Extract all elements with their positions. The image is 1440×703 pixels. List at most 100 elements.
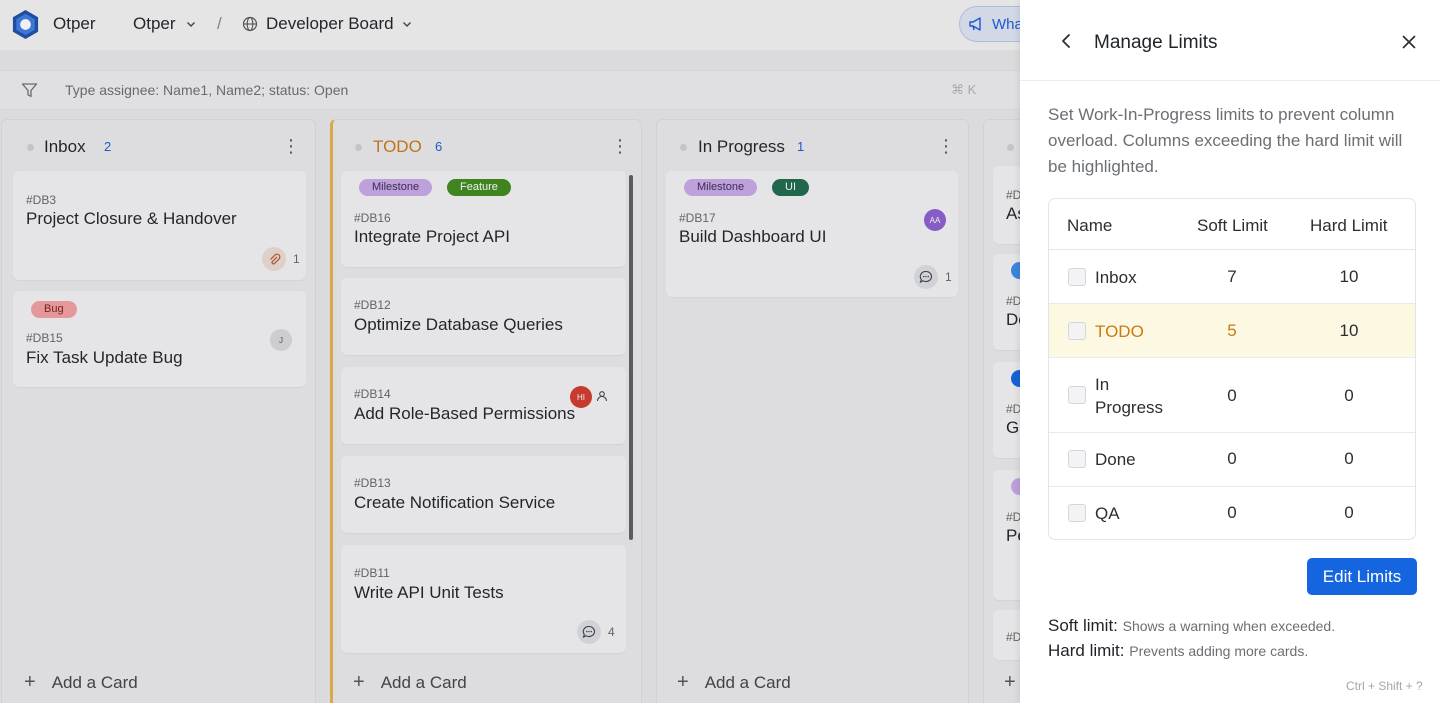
tag-feature: Feature: [447, 179, 511, 196]
board-selector[interactable]: Developer Board: [242, 14, 412, 34]
card-title: Optimize Database Queries: [354, 315, 563, 334]
plus-icon: +: [1004, 671, 1016, 693]
filter-shortcut-hint: ⌘ K: [951, 82, 977, 97]
avatar[interactable]: AA: [924, 209, 946, 231]
column-header-name: Name: [1067, 216, 1113, 235]
workspace-name: Otper: [133, 14, 176, 33]
column-status-dot: [1007, 144, 1014, 151]
row-checkbox[interactable]: [1068, 504, 1086, 522]
edit-limits-button[interactable]: Edit Limits: [1307, 558, 1417, 595]
comment-count: 1: [945, 270, 952, 284]
hard-limit-label: Hard limit:: [1048, 641, 1125, 660]
column-inbox: Inbox 2 ⋮ #DB3 Project Closure & Handove…: [1, 119, 316, 703]
column-header: TODO 6 ⋮: [333, 137, 641, 159]
soft-limit-text: Shows a warning when exceeded.: [1122, 618, 1336, 634]
column-title[interactable]: TODO: [373, 137, 422, 157]
card-title: Project Closure & Handover: [26, 209, 237, 228]
card-attachments[interactable]: 1: [262, 247, 300, 271]
plus-icon: +: [677, 671, 689, 693]
card-title: Create Notification Service: [354, 493, 556, 512]
board-name: Developer Board: [266, 14, 394, 33]
card-title: Add Role-Based Permissions: [354, 404, 576, 423]
row-checkbox[interactable]: [1068, 450, 1086, 468]
add-card-button[interactable]: + Add a Card: [677, 671, 791, 694]
card-db11[interactable]: #DB11 Write API Unit Tests 4: [341, 545, 626, 653]
filter-icon[interactable]: [21, 82, 38, 99]
plus-icon: +: [24, 671, 36, 693]
column-header: Inbox 2 ⋮: [2, 137, 315, 159]
chevron-down-icon: [402, 22, 411, 27]
otper-logo[interactable]: [10, 9, 41, 40]
tag-ui: UI: [772, 179, 809, 196]
card-comments[interactable]: 1: [914, 265, 952, 289]
comment-icon: [914, 265, 938, 289]
card-title: Integrate Project API: [354, 227, 510, 246]
row-checkbox[interactable]: [1068, 268, 1086, 286]
column-status-dot: [27, 144, 34, 151]
panel-description: Set Work-In-Progress limits to prevent c…: [1048, 105, 1403, 176]
user-assign-icon[interactable]: [596, 390, 608, 402]
table-row[interactable]: QA 0 0: [1049, 487, 1415, 539]
panel-header: Manage Limits: [1020, 0, 1440, 81]
card-id: #DB15: [26, 331, 63, 345]
column-scrollbar[interactable]: [629, 175, 633, 540]
hard-limit-text: Prevents adding more cards.: [1129, 643, 1309, 659]
manage-limits-panel: Manage Limits Set Work-In-Progress limit…: [1020, 0, 1440, 703]
row-hard-limit: 10: [1339, 321, 1359, 340]
card-db15[interactable]: Bug #DB15 Fix Task Update Bug J: [13, 291, 306, 387]
filter-input[interactable]: Type assignee: Name1, Name2; status: Ope…: [65, 82, 348, 98]
card-comments[interactable]: 4: [577, 620, 615, 644]
avatar[interactable]: HI: [570, 386, 592, 408]
workspace-selector[interactable]: Otper: [133, 14, 196, 34]
card-id: #DB13: [354, 476, 391, 490]
column-title[interactable]: Inbox: [44, 137, 86, 157]
add-card-button[interactable]: +: [1004, 671, 1016, 694]
row-hard-limit: 0: [1344, 449, 1354, 468]
column-status-dot: [680, 144, 687, 151]
column-menu-icon[interactable]: ⋮: [282, 137, 300, 155]
card-db3[interactable]: #DB3 Project Closure & Handover 1: [13, 171, 306, 280]
row-checkbox[interactable]: [1068, 322, 1086, 340]
close-icon[interactable]: [1402, 35, 1416, 49]
row-soft-limit: 7: [1227, 267, 1237, 286]
card-title: Fix Task Update Bug: [26, 348, 183, 367]
column-menu-icon[interactable]: ⋮: [611, 137, 629, 155]
row-name: In Progress: [1095, 375, 1164, 417]
paperclip-icon: [262, 247, 286, 271]
breadcrumb-separator: /: [217, 14, 222, 33]
row-hard-limit: 0: [1344, 386, 1354, 405]
add-card-button[interactable]: + Add a Card: [24, 671, 138, 694]
table-row-highlighted[interactable]: TODO 5 10: [1049, 304, 1415, 358]
row-checkbox[interactable]: [1068, 386, 1086, 404]
plus-icon: +: [353, 671, 365, 693]
column-in-progress: In Progress 1 ⋮ Milestone UI #DB17 Build…: [656, 119, 969, 703]
filter-bar: Type assignee: Name1, Name2; status: Ope…: [0, 70, 1020, 110]
column-count-badge: 2: [104, 139, 112, 154]
row-name: Done: [1095, 450, 1136, 469]
table-row[interactable]: Inbox 7 10: [1049, 250, 1415, 304]
table-row[interactable]: In Progress 0 0: [1049, 358, 1415, 433]
table-row[interactable]: Done 0 0: [1049, 433, 1415, 487]
card-id: #DB17: [679, 211, 716, 225]
add-card-button[interactable]: + Add a Card: [353, 671, 467, 694]
row-soft-limit: 5: [1227, 321, 1237, 340]
app-name[interactable]: Otper: [53, 14, 96, 34]
row-soft-limit: 0: [1227, 503, 1237, 522]
column-title[interactable]: In Progress: [698, 137, 785, 157]
avatar[interactable]: J: [270, 329, 292, 351]
chevron-down-icon: [186, 22, 195, 27]
globe-icon: [242, 16, 258, 32]
card-db13[interactable]: #DB13 Create Notification Service: [341, 456, 626, 533]
comment-count: 4: [608, 625, 615, 639]
card-db14[interactable]: #DB14 Add Role-Based Permissions HI: [341, 367, 626, 444]
card-db12[interactable]: #DB12 Optimize Database Queries: [341, 278, 626, 355]
card-id: #DB12: [354, 298, 391, 312]
card-db16[interactable]: Milestone Feature #DB16 Integrate Projec…: [341, 171, 626, 267]
card-db17[interactable]: Milestone UI #DB17 Build Dashboard UI AA…: [666, 171, 958, 297]
row-name: TODO: [1095, 322, 1144, 341]
column-menu-icon[interactable]: ⋮: [937, 137, 955, 155]
attachment-count: 1: [293, 252, 300, 266]
card-id: #DB16: [354, 211, 391, 225]
column-count-badge: 6: [435, 139, 443, 154]
back-arrow-icon[interactable]: [1058, 33, 1074, 49]
